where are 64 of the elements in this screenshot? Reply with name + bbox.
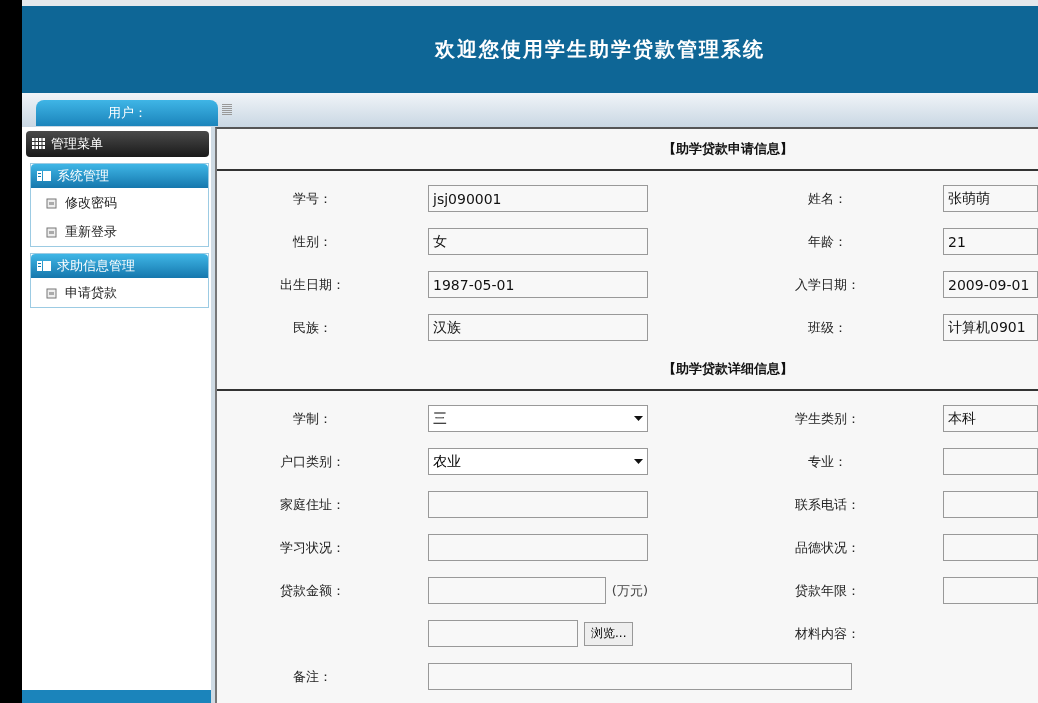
input-field[interactable]: jsj090001 — [428, 185, 648, 212]
input-field[interactable] — [943, 534, 1038, 561]
input-field[interactable]: 张萌萌 — [943, 185, 1038, 212]
field-label: 学号： — [292, 189, 332, 208]
field-label: 贷款年限： — [794, 581, 860, 600]
field-label: 学制： — [292, 409, 332, 428]
menu-item[interactable]: 重新登录 — [31, 217, 208, 246]
menu-item-label: 重新登录 — [65, 222, 117, 241]
field-label: 专业： — [807, 452, 847, 471]
browse-button[interactable]: 浏览... — [584, 621, 634, 646]
field-label: 班级： — [807, 318, 847, 337]
input-field[interactable] — [428, 577, 606, 604]
user-label: 用户： — [107, 104, 147, 122]
field-label: 性别： — [292, 232, 332, 251]
section-title: 【助学贷款申请信息】 — [662, 140, 793, 158]
system-title: 欢迎您使用学生助学贷款管理系统 — [435, 36, 765, 63]
field-label: 贷款金额： — [279, 581, 345, 600]
menu-item-label: 申请贷款 — [65, 283, 117, 302]
menu-group-title: 系统管理 — [57, 167, 109, 185]
input-field[interactable] — [943, 491, 1038, 518]
input-field[interactable]: 计算机0901 — [943, 314, 1038, 341]
page-icon — [45, 225, 59, 238]
menu-group-title: 求助信息管理 — [57, 257, 135, 275]
dropdown-field[interactable]: 农业 — [428, 448, 648, 475]
field-label: 品德状况： — [794, 538, 860, 557]
caret-icon — [634, 416, 643, 421]
input-field[interactable]: 女 — [428, 228, 648, 255]
field-label: 学生类别： — [794, 409, 860, 428]
input-field[interactable]: 21 — [943, 228, 1038, 255]
input-field[interactable] — [943, 577, 1038, 604]
dropdown-field[interactable]: 三 — [428, 405, 648, 432]
field-label: 学习状况： — [279, 538, 345, 557]
input-field[interactable] — [428, 491, 648, 518]
field-label: 联系电话： — [794, 495, 860, 514]
input-field[interactable] — [428, 663, 852, 690]
field-label: 年龄： — [807, 232, 847, 251]
unit-label: (万元) — [611, 581, 648, 600]
caret-icon — [634, 459, 643, 464]
input-field[interactable] — [943, 448, 1038, 475]
input-field[interactable]: 本科 — [943, 405, 1038, 432]
field-label: 户口类别： — [279, 452, 345, 471]
page-icon — [45, 196, 59, 209]
input-field[interactable]: 1987-05-01 — [428, 271, 648, 298]
menu-item-label: 修改密码 — [65, 193, 117, 212]
book-icon — [37, 260, 51, 272]
menu-item[interactable]: 申请贷款 — [31, 278, 208, 307]
menu-title-text: 管理菜单 — [51, 135, 103, 153]
field-label: 材料内容： — [794, 624, 860, 643]
book-icon — [37, 170, 51, 182]
page-icon — [45, 286, 59, 299]
input-field[interactable]: 2009-09-01 — [943, 271, 1038, 298]
field-label: 出生日期： — [279, 275, 345, 294]
section-title: 【助学贷款详细信息】 — [662, 360, 793, 378]
field-label: 姓名： — [807, 189, 847, 208]
file-input-field[interactable] — [428, 620, 578, 647]
menu-item[interactable]: 修改密码 — [31, 188, 208, 217]
field-label: 家庭住址： — [279, 495, 345, 514]
field-label: 入学日期： — [794, 275, 860, 294]
grip-icon — [222, 103, 232, 117]
grid-icon — [32, 138, 46, 150]
field-label: 民族： — [292, 318, 332, 337]
field-label: 备注： — [292, 667, 332, 686]
input-field[interactable] — [428, 534, 648, 561]
input-field[interactable]: 汉族 — [428, 314, 648, 341]
